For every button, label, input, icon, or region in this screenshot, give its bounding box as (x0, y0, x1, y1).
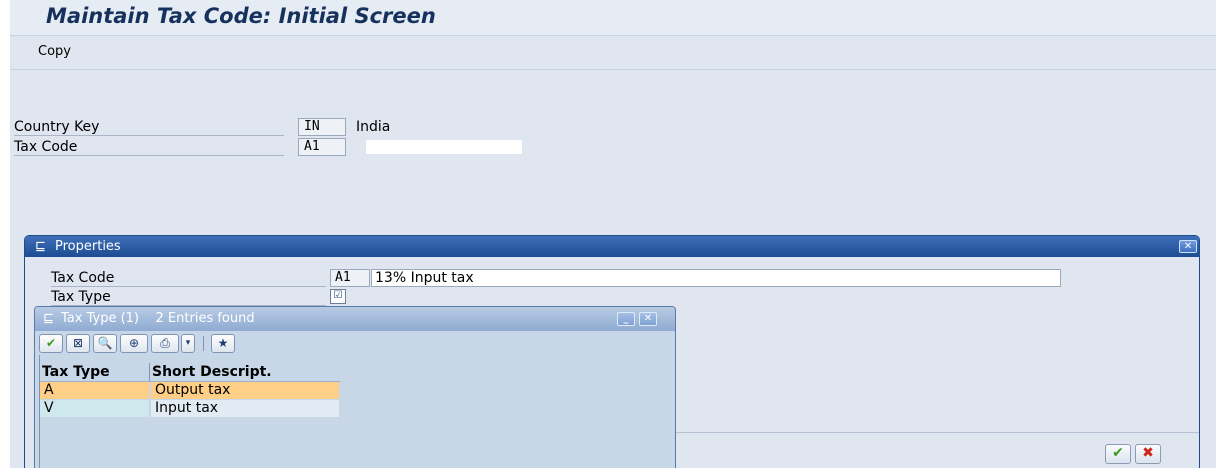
tax-type-popup-title-bar[interactable]: ⊑ Tax Type (1) 2 Entries found _ ✕ (35, 307, 675, 331)
country-key-label: Country Key (14, 118, 284, 136)
tax-type-cell: A (40, 382, 150, 399)
personal-list-icon[interactable]: ★ (211, 334, 235, 353)
close-icon[interactable]: ✕ (639, 312, 657, 326)
cancel-icon[interactable]: ✖ (1135, 444, 1161, 464)
check-icon[interactable]: ✔ (1105, 444, 1131, 464)
title-bar: Maintain Tax Code: Initial Screen (10, 0, 1216, 36)
toolbar-separator (203, 336, 204, 351)
application-toolbar: Copy (10, 37, 1216, 70)
properties-title: Properties (55, 239, 121, 254)
props-tax-code-input[interactable]: A1 (330, 269, 370, 287)
tax-code-label: Tax Code (14, 138, 284, 156)
tax-type-popup: ⊑ Tax Type (1) 2 Entries found _ ✕ ✔ ⊠ 🔍… (34, 306, 676, 468)
short-description-cell: Input tax (151, 400, 339, 417)
country-key-input[interactable]: IN (298, 118, 346, 136)
tax-type-popup-title: Tax Type (1) 2 Entries found (61, 311, 255, 326)
tax-type-cell: V (40, 400, 150, 417)
find-next-icon[interactable]: ⊕ (120, 334, 148, 353)
print-icon[interactable]: ⎙ (151, 334, 179, 353)
column-header-short-description[interactable]: Short Descript. (152, 363, 342, 381)
value-help-icon[interactable]: ☑ (330, 289, 346, 304)
close-icon[interactable]: ✕ (1179, 240, 1197, 253)
properties-title-bar[interactable]: ⊑ Properties ✕ (25, 236, 1199, 257)
country-key-description: India (356, 119, 391, 135)
props-tax-code-label: Tax Code (51, 269, 326, 287)
cancel-selection-icon[interactable]: ⊠ (66, 334, 90, 353)
tax-code-description (366, 140, 522, 154)
page-title: Maintain Tax Code: Initial Screen (46, 4, 436, 28)
column-header-tax-type[interactable]: Tax Type (42, 363, 150, 381)
props-tax-type-label: Tax Type (51, 288, 326, 306)
results-list: Tax Type Short Descript. A Output tax V … (39, 355, 669, 468)
dropdown-icon[interactable]: ▾ (181, 334, 195, 353)
dialog-window-icon: ⊑ (43, 311, 54, 326)
find-icon[interactable]: 🔍 (93, 334, 117, 353)
check-icon[interactable]: ✔ (39, 334, 63, 353)
minimize-icon[interactable]: _ (617, 312, 635, 326)
dialog-window-icon: ⊑ (35, 239, 46, 254)
popup-toolbar: ✔ ⊠ 🔍 ⊕ ⎙ ▾ ★ (39, 334, 339, 354)
short-description-cell: Output tax (151, 382, 339, 399)
props-tax-code-description-input[interactable]: 13% Input tax (371, 269, 1061, 287)
copy-button[interactable]: Copy (38, 44, 71, 59)
tax-code-input[interactable]: A1 (298, 138, 346, 156)
